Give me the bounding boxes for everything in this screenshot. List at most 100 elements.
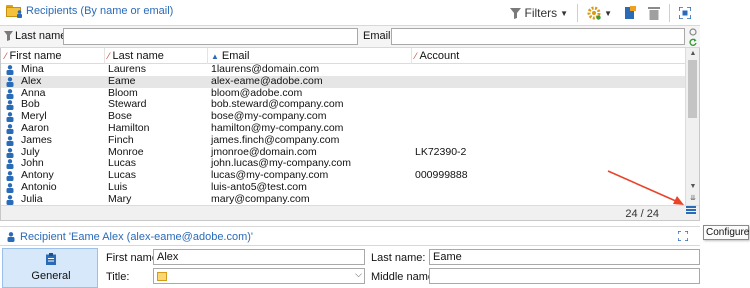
scroll-down-icon[interactable]: ▼ (686, 181, 699, 192)
sortable-icon: ⁄ (108, 51, 110, 61)
table-row[interactable]: Alex Eame alex-eame@adobe.com (1, 74, 685, 88)
cell-email: alex-eame@adobe.com (211, 74, 323, 87)
table-row[interactable]: Meryl Bose bose@my-company.com (1, 110, 685, 123)
chevron-down-icon: ▼ (604, 8, 612, 18)
tab-general-label: General (31, 270, 71, 282)
cell-email: mary@company.com (211, 192, 310, 205)
middle-name-label: Middle name: (371, 271, 438, 283)
first-name-field[interactable] (153, 249, 365, 265)
person-icon (6, 171, 14, 182)
cell-last: Mary (108, 192, 132, 205)
refresh-icon[interactable] (689, 38, 697, 46)
sortable-icon: ⁄ (5, 51, 7, 61)
scroll-up-icon[interactable]: ▲ (686, 48, 699, 59)
panel-title-text[interactable]: Recipients (By name or email) (26, 5, 173, 17)
table-row[interactable]: Bob Steward bob.steward@company.com (1, 99, 685, 111)
cell-email: luis-anto5@test.com (211, 180, 307, 193)
trash-icon (648, 7, 660, 20)
grid-footer: 24 / 24 (1, 205, 699, 220)
filters-label: Filters (524, 6, 558, 20)
middle-name-field[interactable] (429, 268, 700, 284)
grid-header: ⁄ First name ⁄ Last name ▲ Email ⁄ Accou… (1, 48, 685, 64)
detail-title-text: Recipient 'Eame Alex (alex-eame@adobe.co… (20, 231, 254, 243)
cell-first: Antonio (21, 180, 57, 193)
new-recipient-button[interactable] (621, 3, 639, 23)
title-select[interactable]: ⌵ (153, 268, 365, 284)
actions-button[interactable]: ▼ (584, 3, 615, 23)
table-row[interactable]: James Finch james.finch@company.com (1, 133, 685, 147)
recipients-grid: ⁄ First name ⁄ Last name ▲ Email ⁄ Accou… (0, 48, 700, 221)
table-row[interactable]: Julia Mary mary@company.com (1, 192, 685, 206)
cell-first: Aaron (21, 121, 50, 134)
fullscreen-button[interactable] (676, 3, 694, 23)
table-row[interactable]: Antony Lucas lucas@my-company.com 000999888 (1, 169, 685, 182)
column-title: Email (221, 50, 250, 62)
person-icon (6, 76, 14, 87)
list-panel-header: Recipients (By name or email) Filters ▼ … (0, 0, 700, 26)
lastname-filter-input[interactable] (63, 28, 358, 45)
column-divider[interactable] (104, 48, 105, 64)
clipboard-icon (46, 253, 56, 265)
cell-email: james.finch@company.com (211, 133, 340, 146)
last-name-field[interactable] (429, 249, 700, 265)
configure-list-tooltip: Configure list (703, 225, 750, 240)
column-header-first-name[interactable]: ⁄ First name (5, 50, 61, 62)
cell-account: 000999888 (415, 169, 468, 182)
email-filter-input[interactable] (391, 28, 685, 45)
cell-last: Eame (108, 74, 136, 87)
person-icon (6, 112, 14, 123)
person-icon (7, 232, 15, 242)
toolbar-divider (669, 4, 670, 22)
table-row[interactable]: John Lucas john.lucas@my-company.com (1, 158, 685, 170)
scrollbar-thumb[interactable] (688, 60, 697, 118)
chevron-down-icon[interactable]: ⌵ (355, 269, 362, 280)
expand-icon[interactable] (678, 231, 688, 241)
cell-last: Finch (108, 133, 134, 146)
person-icon (6, 194, 14, 205)
title-list-icon (157, 272, 167, 281)
grid-rows: Mina Laurens 1laurens@domain.com Alex Eame al… (1, 63, 685, 206)
cell-account: LK72390-2 (415, 145, 467, 158)
column-divider[interactable] (207, 48, 208, 64)
cell-last: Luis (108, 180, 128, 193)
table-row[interactable]: Aaron Hamilton hamilton@my-company.com (1, 121, 685, 135)
cell-first: Julia (21, 192, 43, 205)
sort-ascending-icon: ▲ (211, 51, 219, 61)
table-row[interactable]: Antonio Luis luis-anto5@test.com (1, 180, 685, 194)
column-header-last-name[interactable]: ⁄ Last name (108, 50, 164, 62)
clear-filter-icon[interactable] (689, 28, 697, 36)
chevron-down-icon: ▼ (560, 8, 569, 18)
person-icon (6, 159, 14, 170)
delete-button[interactable] (645, 3, 663, 23)
vertical-scrollbar[interactable]: ▲ ▼ ⇊ (685, 48, 699, 205)
funnel-icon (4, 31, 13, 41)
column-title: Account (419, 50, 460, 62)
filters-button[interactable]: Filters ▼ (507, 3, 571, 23)
cell-email: hamilton@my-company.com (211, 121, 344, 134)
funnel-icon (510, 7, 522, 19)
table-row[interactable]: Anna Bloom bloom@adobe.com (1, 87, 685, 100)
panel-title: Recipients (By name or email) (6, 5, 173, 18)
expand-icon (679, 7, 691, 19)
last-name-label: Last name: (371, 252, 426, 264)
person-icon (6, 100, 14, 111)
person-icon (6, 65, 14, 75)
configure-list-button[interactable] (684, 204, 698, 216)
sortable-icon: ⁄ (415, 51, 417, 61)
new-document-icon (625, 6, 636, 19)
email-filter-label: Email: (363, 30, 394, 42)
table-row[interactable]: Mina Laurens 1laurens@domain.com (1, 63, 685, 76)
person-icon (6, 135, 14, 146)
person-icon (6, 183, 14, 193)
column-divider[interactable] (411, 48, 412, 64)
gear-icon (587, 6, 601, 20)
column-title: First name (9, 50, 62, 62)
detail-title: Recipient 'Eame Alex (alex-eame@adobe.co… (7, 231, 253, 243)
column-header-email[interactable]: ▲ Email (211, 50, 249, 62)
cell-last: Hamilton (108, 121, 150, 134)
cell-first: James (21, 133, 52, 146)
tab-general[interactable]: General (2, 248, 98, 288)
column-header-account[interactable]: ⁄ Account (415, 50, 459, 62)
scroll-end-icon[interactable]: ⇊ (686, 193, 699, 204)
person-icon (6, 147, 14, 158)
